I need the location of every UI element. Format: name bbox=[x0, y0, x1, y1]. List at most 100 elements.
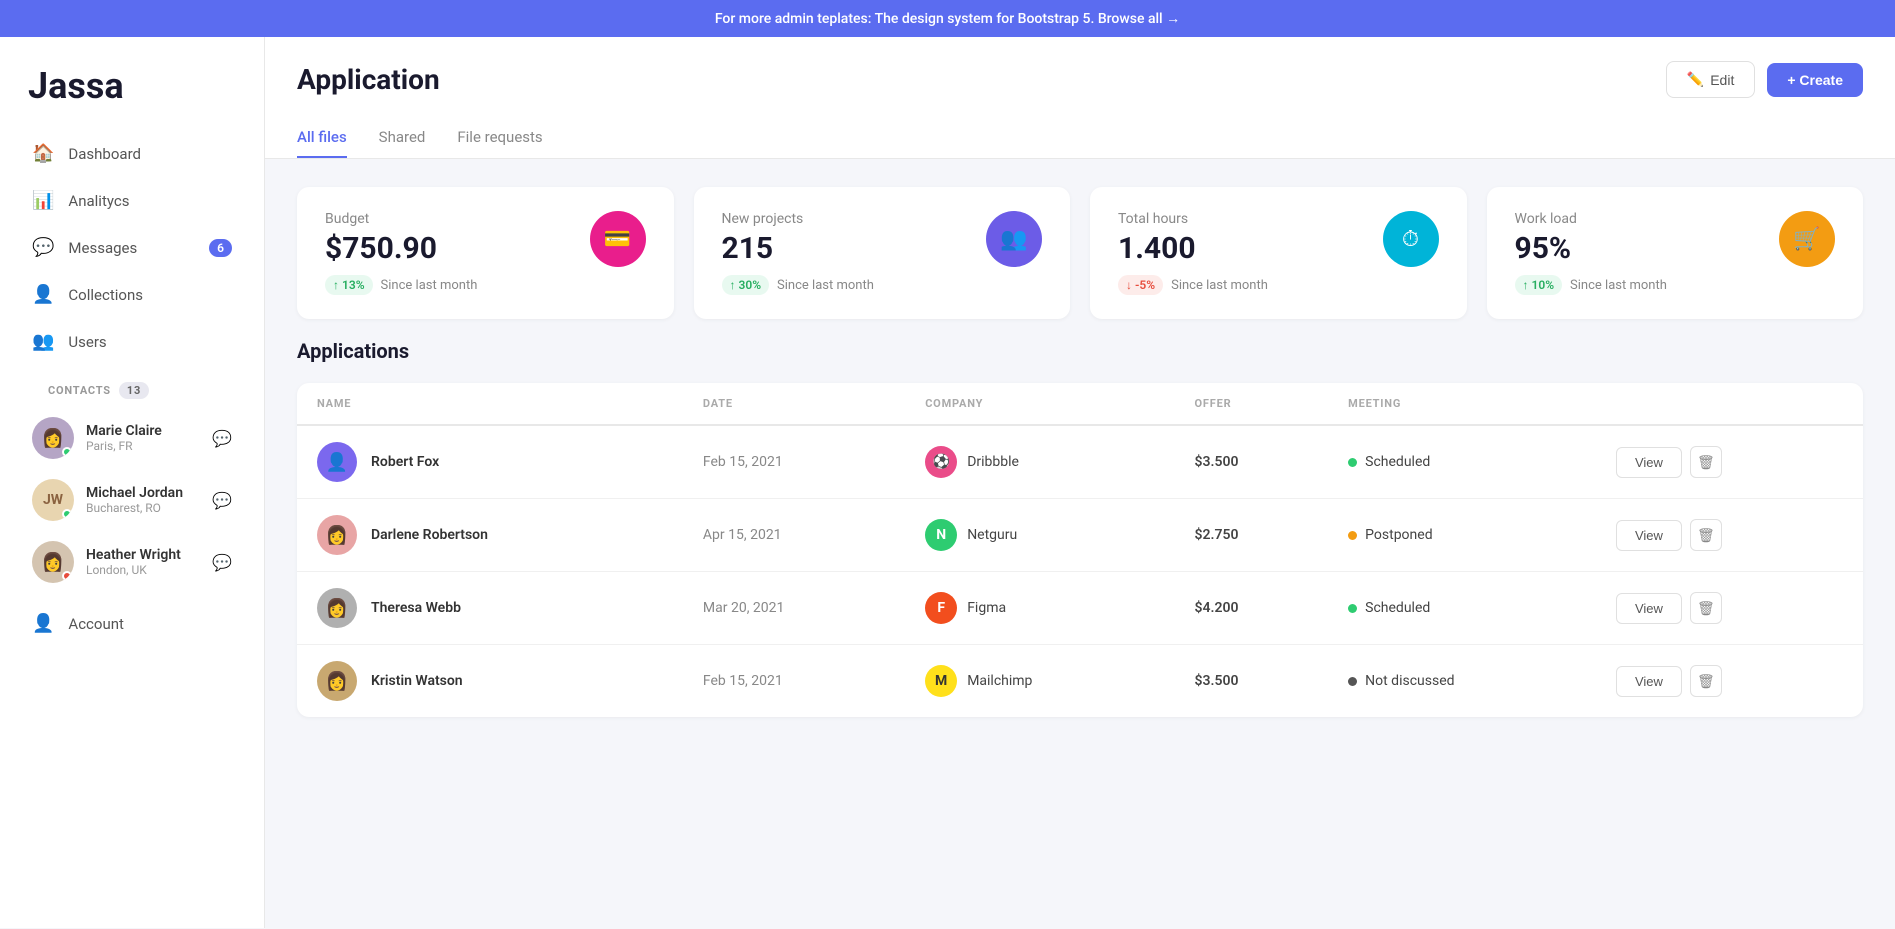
sidebar-item-users[interactable]: 👥 Users bbox=[16, 319, 248, 364]
delete-button[interactable]: 🗑 bbox=[1690, 592, 1722, 624]
contact-item-marie[interactable]: 👩 Marie Claire Paris, FR 💬 bbox=[16, 407, 248, 469]
stat-card-workload: Work load 95% 🛒 ↑ 10% Since last month bbox=[1487, 187, 1864, 319]
meeting-cell: Not discussed bbox=[1348, 673, 1576, 689]
since-label: Since last month bbox=[1570, 278, 1667, 293]
contact-location: Paris, FR bbox=[86, 439, 200, 453]
date-cell: Apr 15, 2021 bbox=[683, 499, 905, 572]
trash-icon: 🗑 bbox=[1697, 527, 1715, 544]
avatar: 👩 bbox=[32, 417, 74, 459]
sidebar-item-label: Users bbox=[68, 333, 106, 351]
table-row: 👤 Robert Fox Feb 15, 2021 ⚽ Dribbble bbox=[297, 425, 1863, 499]
date-cell: Mar 20, 2021 bbox=[683, 572, 905, 645]
stat-value: 95% bbox=[1515, 231, 1577, 266]
account-icon: 👤 bbox=[32, 613, 54, 634]
person-cell: 👩 Darlene Robertson bbox=[317, 515, 663, 555]
budget-icon-circle: 💳 bbox=[590, 211, 646, 267]
avatar: 👩 bbox=[317, 588, 357, 628]
banner-text: For more admin teplates: The design syst… bbox=[715, 11, 1180, 27]
trash-icon: 🗑 bbox=[1697, 673, 1715, 690]
tab-shared[interactable]: Shared bbox=[379, 118, 426, 158]
top-banner[interactable]: For more admin teplates: The design syst… bbox=[0, 0, 1895, 37]
applications-section: Applications NAME DATE COMPANY OFFER MEE… bbox=[265, 339, 1895, 745]
messages-badge: 6 bbox=[209, 239, 232, 257]
page-tabs: All files Shared File requests bbox=[297, 118, 1863, 158]
since-label: Since last month bbox=[1171, 278, 1268, 293]
offer-value: $3.500 bbox=[1175, 645, 1329, 718]
applications-table-container: NAME DATE COMPANY OFFER MEETING bbox=[297, 383, 1863, 717]
meeting-status: Not discussed bbox=[1365, 673, 1454, 689]
person-name: Kristin Watson bbox=[371, 673, 463, 689]
sidebar-item-account[interactable]: 👤 Account bbox=[16, 601, 248, 646]
contact-name: Michael Jordan bbox=[86, 485, 200, 501]
offer-value: $4.200 bbox=[1175, 572, 1329, 645]
col-offer: OFFER bbox=[1175, 383, 1329, 425]
avatar: 👤 bbox=[317, 442, 357, 482]
avatar: JW bbox=[32, 479, 74, 521]
stat-label: Budget bbox=[325, 211, 437, 227]
meeting-cell: Scheduled bbox=[1348, 600, 1576, 616]
person-name: Robert Fox bbox=[371, 454, 439, 470]
trash-icon: 🗑 bbox=[1697, 600, 1715, 617]
edit-button[interactable]: ✏️ Edit bbox=[1666, 61, 1756, 98]
contact-item-heather[interactable]: 👩 Heather Wright London, UK 💬 bbox=[16, 531, 248, 593]
workload-icon-circle: 🛒 bbox=[1779, 211, 1835, 267]
table-header-row: NAME DATE COMPANY OFFER MEETING bbox=[297, 383, 1863, 425]
company-cell: ⚽ Dribbble bbox=[925, 446, 1154, 478]
company-name: Figma bbox=[967, 600, 1006, 616]
status-dot bbox=[62, 571, 72, 581]
projects-icon-circle: 👥 bbox=[986, 211, 1042, 267]
message-icon[interactable]: 💬 bbox=[212, 429, 232, 448]
tab-all-files[interactable]: All files bbox=[297, 118, 347, 158]
company-logo: M bbox=[925, 665, 957, 697]
stat-label: New projects bbox=[722, 211, 804, 227]
date-cell: Feb 15, 2021 bbox=[683, 645, 905, 718]
offer-value: $2.750 bbox=[1175, 499, 1329, 572]
meeting-status-dot bbox=[1348, 531, 1357, 540]
col-actions bbox=[1596, 383, 1863, 425]
stat-label: Total hours bbox=[1118, 211, 1196, 227]
create-button[interactable]: + Create bbox=[1767, 63, 1863, 97]
person-cell: 👩 Theresa Webb bbox=[317, 588, 663, 628]
chat-icon: 💬 bbox=[32, 237, 54, 258]
delete-button[interactable]: 🗑 bbox=[1690, 446, 1722, 478]
contact-item-michael[interactable]: JW Michael Jordan Bucharest, RO 💬 bbox=[16, 469, 248, 531]
company-cell: M Mailchimp bbox=[925, 665, 1154, 697]
company-logo: F bbox=[925, 592, 957, 624]
sidebar-item-analytics[interactable]: 📊 Analitycs bbox=[16, 178, 248, 223]
sidebar-item-dashboard[interactable]: 🏠 Dashboard bbox=[16, 131, 248, 176]
meeting-cell: Postponed bbox=[1348, 527, 1576, 543]
view-button[interactable]: View bbox=[1616, 447, 1682, 478]
view-button[interactable]: View bbox=[1616, 520, 1682, 551]
change-badge: ↓ -5% bbox=[1118, 275, 1163, 295]
col-name: NAME bbox=[297, 383, 683, 425]
person-cell: 👩 Kristin Watson bbox=[317, 661, 663, 701]
company-cell: F Figma bbox=[925, 592, 1154, 624]
meeting-status: Scheduled bbox=[1365, 600, 1430, 616]
offer-value: $3.500 bbox=[1175, 425, 1329, 499]
message-icon[interactable]: 💬 bbox=[212, 553, 232, 572]
view-button[interactable]: View bbox=[1616, 593, 1682, 624]
delete-button[interactable]: 🗑 bbox=[1690, 665, 1722, 697]
avatar: 👩 bbox=[317, 515, 357, 555]
sidebar-item-label: Messages bbox=[68, 239, 137, 257]
date-cell: Feb 15, 2021 bbox=[683, 425, 905, 499]
delete-button[interactable]: 🗑 bbox=[1690, 519, 1722, 551]
sidebar-item-label: Account bbox=[68, 615, 124, 633]
sidebar-item-messages[interactable]: 💬 Messages 6 bbox=[16, 225, 248, 270]
message-icon[interactable]: 💬 bbox=[212, 491, 232, 510]
view-button[interactable]: View bbox=[1616, 666, 1682, 697]
contact-location: London, UK bbox=[86, 563, 200, 577]
person-name: Theresa Webb bbox=[371, 600, 461, 616]
change-badge: ↑ 13% bbox=[325, 275, 373, 295]
meeting-status-dot bbox=[1348, 458, 1357, 467]
stat-value: 1.400 bbox=[1118, 231, 1196, 266]
tab-file-requests[interactable]: File requests bbox=[457, 118, 542, 158]
sidebar-item-label: Collections bbox=[68, 286, 143, 304]
company-name: Netguru bbox=[967, 527, 1017, 543]
table-row: 👩 Theresa Webb Mar 20, 2021 F Figma bbox=[297, 572, 1863, 645]
change-badge: ↑ 10% bbox=[1515, 275, 1563, 295]
since-label: Since last month bbox=[381, 278, 478, 293]
change-badge: ↑ 30% bbox=[722, 275, 770, 295]
sidebar-item-collections[interactable]: 👤 Collections bbox=[16, 272, 248, 317]
users-icon: 👥 bbox=[32, 331, 54, 352]
